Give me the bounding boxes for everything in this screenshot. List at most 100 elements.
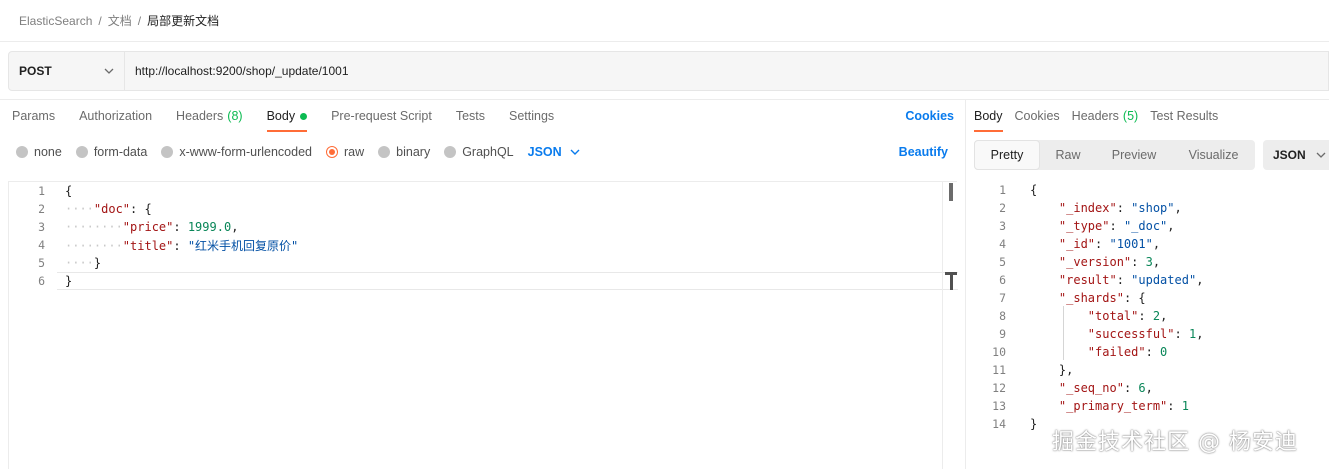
body-option-binary[interactable]: binary [378,145,430,159]
body-option-form-data[interactable]: form-data [75,145,147,159]
breadcrumb-separator: / [98,13,102,28]
radio-selected-icon [326,146,338,158]
code-line: 6} [9,272,957,290]
code-text: { [1030,183,1038,197]
tab-label: Cookies [1014,109,1060,123]
code-line: 1{ [966,181,1329,199]
tab-label: Tests [455,109,485,123]
line-number: 7 [999,291,1006,305]
breadcrumb-item-request[interactable]: 局部更新文档 [147,12,219,29]
line-number: 5 [38,256,45,270]
tab-test-results[interactable]: Test Results [1150,100,1218,132]
json-number: 0 [1160,345,1168,359]
headers-count: (5) [1122,109,1139,123]
option-label: raw [344,145,365,159]
tab-tests[interactable]: Tests [456,100,485,132]
editor-gutter-line [942,182,943,469]
body-option-graphql[interactable]: GraphQL [444,145,514,159]
json-key: "price" [122,220,174,234]
line-number: 8 [999,309,1006,323]
json-key: "_index" [1058,201,1117,215]
code-text: "_version": 3, [1058,255,1161,269]
view-raw-button[interactable]: Raw [1040,140,1096,170]
tab-authorization[interactable]: Authorization [79,100,152,132]
headers-count: (8) [227,109,243,123]
json-key: "_seq_no" [1058,381,1124,395]
method-label: POST [19,64,52,78]
tab-label: Body [266,109,296,123]
chevron-down-icon [104,68,114,74]
code-line: 5 ····} [9,254,957,272]
code-text: "_type": "_doc", [1058,219,1175,233]
json-number: 6 [1138,381,1146,395]
code-line: 11 }, [966,361,1329,379]
radio-icon [16,146,28,158]
code-text: { [65,184,73,198]
tab-label: Headers [1071,109,1119,123]
line-number: 2 [999,201,1006,215]
code-line: 6 "result": "updated", [966,271,1329,289]
beautify-button[interactable]: Beautify [899,140,948,164]
tab-response-cookies[interactable]: Cookies [1015,100,1060,132]
body-language-select[interactable]: JSON [528,145,580,159]
line-number: 6 [38,274,45,288]
watermark: 掘金技术社区 @ 杨安迪 [1052,430,1298,455]
json-key: "_shards" [1058,291,1124,305]
response-language-select[interactable]: JSON [1263,140,1329,170]
json-key: "_type" [1058,219,1110,233]
chevron-down-icon [570,149,580,155]
radio-icon [378,146,391,158]
view-preview-button[interactable]: Preview [1096,140,1172,170]
breadcrumb-item-folder[interactable]: 文档 [108,12,132,29]
code-text: "total": 2, [1087,309,1168,323]
line-number: 9 [999,327,1006,341]
tab-body[interactable]: Body [266,100,308,132]
line-number: 5 [999,255,1006,269]
json-string: "1001" [1109,237,1153,251]
code-text: ········"price": 1999.0, [65,220,239,234]
cookies-link[interactable]: Cookies [905,100,954,132]
line-number: 3 [38,220,45,234]
line-number: 4 [999,237,1006,251]
response-tabs: Body Cookies Headers (5) Test Results [974,100,1230,132]
view-pretty-button[interactable]: Pretty [974,140,1040,170]
tab-response-headers[interactable]: Headers (5) [1072,100,1139,132]
breadcrumb-separator: / [137,13,142,28]
json-string: "红米手机回复原价" [187,238,299,253]
indent-guide [1063,306,1064,360]
tab-label: Test Results [1150,109,1219,123]
body-option-raw[interactable]: raw [326,145,364,159]
url-bar: POST http://localhost:9200/shop/_update/… [8,51,1329,91]
method-select[interactable]: POST [9,52,125,90]
line-number: 3 [999,219,1006,233]
code-text: "_seq_no": 6, [1058,381,1153,395]
tab-response-body[interactable]: Body [974,100,1003,132]
option-label: binary [396,145,431,159]
code-line: 8 "total": 2, [966,307,1329,325]
view-visualize-button[interactable]: Visualize [1172,140,1255,170]
tab-params[interactable]: Params [12,100,55,132]
breadcrumb-item-collection[interactable]: ElasticSearch [19,14,92,28]
code-line: 2 ····"doc": { [9,200,957,218]
option-label: x-www-form-urlencoded [179,145,312,159]
json-number: 1 [1181,399,1189,413]
json-key: "successful" [1087,327,1175,341]
tab-prerequest-script[interactable]: Pre-request Script [331,100,432,132]
url-input[interactable]: http://localhost:9200/shop/_update/1001 [125,52,1328,90]
line-number: 11 [992,363,1006,377]
radio-icon [161,146,174,158]
code-line: 5 "_version": 3, [966,253,1329,271]
code-line: 1{ [9,182,957,200]
body-option-urlencoded[interactable]: x-www-form-urlencoded [161,145,312,159]
editor-scrollbar-thumb[interactable] [949,183,953,201]
body-option-none[interactable]: none [16,145,62,159]
line-number: 14 [992,417,1006,431]
code-text: "_primary_term": 1 [1058,399,1189,413]
tab-settings[interactable]: Settings [509,100,554,132]
tab-headers[interactable]: Headers (8) [176,100,243,132]
code-text: }, [1058,363,1074,377]
json-number: 3 [1145,255,1153,269]
code-line: 4 "_id": "1001", [966,235,1329,253]
code-text: } [1030,417,1038,431]
request-body-editor[interactable]: 1{ 2 ····"doc": { 3 ········"price": 1999.… [8,181,958,469]
